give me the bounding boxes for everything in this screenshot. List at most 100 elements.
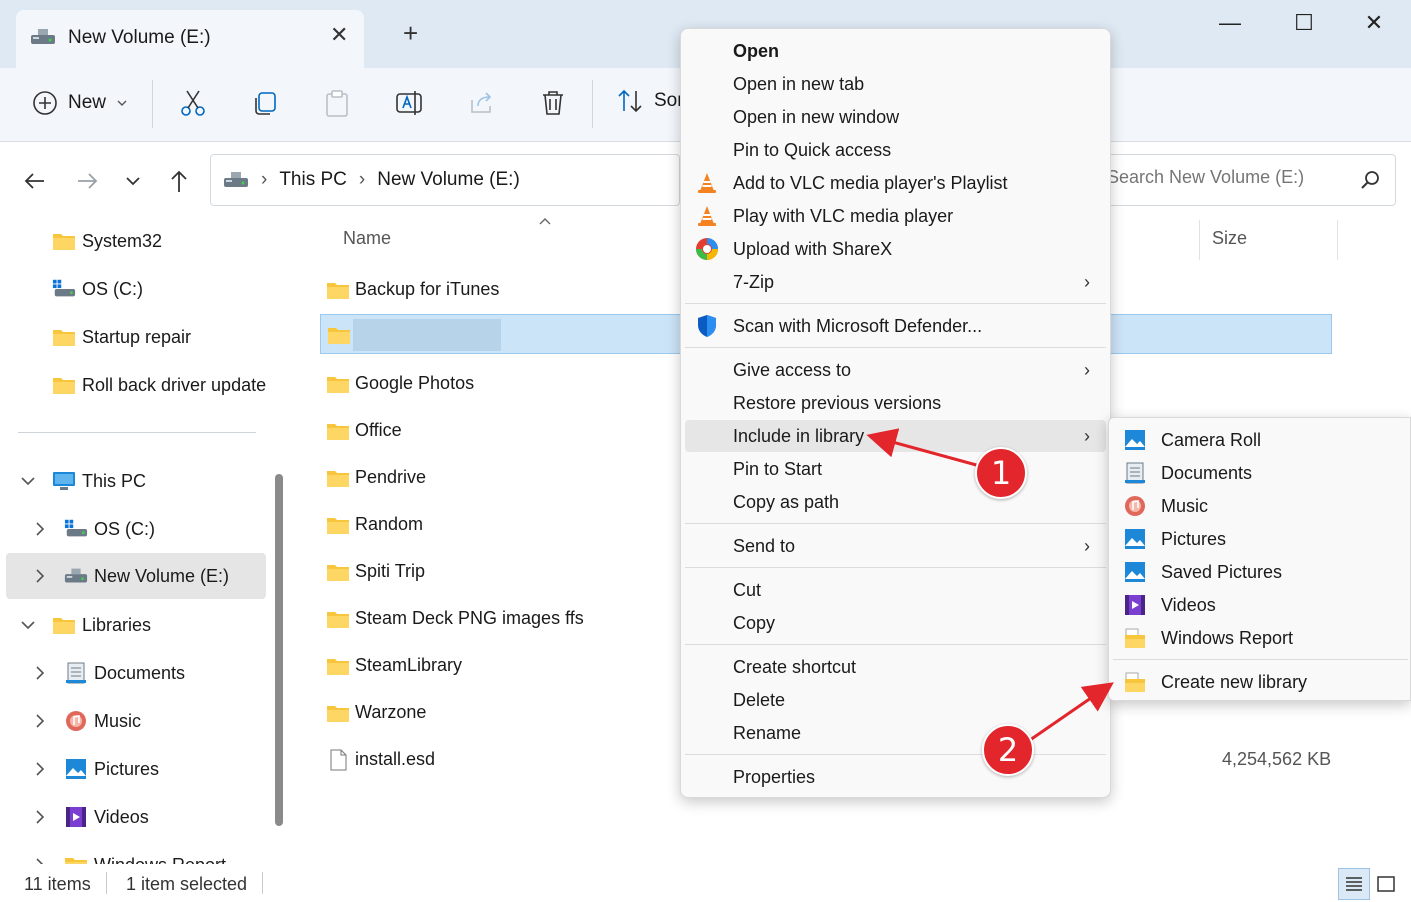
sidebar-scrollbar[interactable] [275, 474, 283, 826]
sidebar-item-libraries[interactable]: Libraries [0, 602, 270, 648]
menu-item-include-in-library[interactable]: Include in library › [685, 420, 1106, 452]
sidebar-item-roll-back-driver-update[interactable]: Roll back driver update [0, 362, 270, 408]
folder-icon [327, 424, 349, 440]
chevron-right-icon: › [1084, 425, 1090, 446]
search-box[interactable] [1090, 154, 1396, 206]
chevron-down-icon [117, 100, 127, 106]
menu-item-open[interactable]: Open [685, 35, 1106, 67]
rename-icon[interactable] [394, 88, 424, 118]
sidebar-item-videos[interactable]: Videos [0, 794, 270, 840]
submenu-item-camera-roll[interactable]: Camera Roll [1113, 424, 1408, 456]
menu-item-add-to-vlc-playlist[interactable]: Add to VLC media player's Playlist [685, 167, 1106, 199]
submenu-item-documents[interactable]: Documents [1113, 457, 1408, 489]
paste-icon[interactable] [322, 88, 352, 118]
menu-item-label: Upload with ShareX [733, 238, 893, 259]
menu-item-label: Pin to Start [733, 458, 823, 479]
copy-icon[interactable] [250, 88, 280, 118]
menu-item-pin-to-start[interactable]: Pin to Start [685, 453, 1106, 485]
minimize-button[interactable]: — [1210, 10, 1250, 40]
maximize-button[interactable]: ☐ [1284, 10, 1324, 40]
drive-icon [224, 172, 248, 187]
delete-icon[interactable] [538, 88, 568, 118]
submenu-item-windows-report[interactable]: Windows Report [1113, 622, 1408, 654]
status-divider [262, 872, 263, 894]
folder-icon [327, 659, 349, 675]
menu-item-cut[interactable]: Cut [685, 574, 1106, 606]
menu-item-open-in-new-tab[interactable]: Open in new tab [685, 68, 1106, 100]
tiles-view-button[interactable] [1370, 868, 1402, 900]
breadcrumb-this-pc[interactable]: This PC [279, 169, 347, 191]
details-view-button[interactable] [1338, 868, 1370, 900]
menu-item-create-shortcut[interactable]: Create shortcut [685, 651, 1106, 683]
file-icon [330, 749, 347, 771]
sidebar-item-os-c-pc[interactable]: OS (C:) [0, 506, 270, 552]
submenu-item-videos[interactable]: Videos [1113, 589, 1408, 621]
menu-item-scan-with-defender[interactable]: Scan with Microsoft Defender... [685, 310, 1106, 342]
menu-item-send-to[interactable]: Send to › [685, 530, 1106, 562]
annotation-badge-1: 1 [975, 447, 1027, 499]
chevron-down-icon[interactable] [18, 615, 38, 635]
submenu-item-music[interactable]: Music [1113, 490, 1408, 522]
cut-icon[interactable] [178, 88, 208, 118]
chevron-right-icon[interactable] [30, 519, 50, 539]
menu-item-7-zip[interactable]: 7-Zip › [685, 266, 1106, 298]
tab-title: New Volume (E:) [68, 27, 211, 48]
sidebar-item-system32[interactable]: System32 [0, 218, 270, 264]
sidebar-item-pictures[interactable]: Pictures [0, 746, 270, 792]
menu-item-delete[interactable]: Delete [685, 684, 1106, 716]
sidebar-item-startup-repair[interactable]: Startup repair [0, 314, 270, 360]
chevron-down-icon[interactable] [18, 471, 38, 491]
chevron-right-icon[interactable] [30, 711, 50, 731]
tab-new-volume[interactable]: New Volume (E:) ✕ [16, 10, 364, 68]
menu-item-rename[interactable]: Rename [685, 717, 1106, 749]
chevron-right-icon[interactable] [30, 855, 50, 864]
tab-close-icon[interactable]: ✕ [330, 22, 348, 48]
menu-item-label: Properties [733, 766, 816, 787]
menu-item-copy-as-path[interactable]: Copy as path [685, 486, 1106, 518]
folder-icon [327, 283, 349, 299]
sidebar-item-label: Documents [94, 662, 186, 683]
column-header-size[interactable]: Size [1212, 228, 1247, 249]
share-icon[interactable] [466, 88, 496, 118]
folder-icon [327, 612, 349, 628]
menu-item-properties[interactable]: Properties [685, 761, 1106, 793]
submenu-item-saved-pictures[interactable]: Saved Pictures [1113, 556, 1408, 588]
menu-item-give-access-to[interactable]: Give access to › [685, 354, 1106, 386]
column-divider[interactable] [1337, 220, 1338, 260]
sidebar-item-windows-report[interactable]: Windows Report [0, 842, 270, 864]
chevron-right-icon[interactable] [30, 663, 50, 683]
sidebar-item-music[interactable]: Music [0, 698, 270, 744]
chevron-right-icon[interactable] [30, 566, 50, 586]
new-tab-button[interactable]: + [403, 20, 418, 46]
menu-separator [685, 644, 1106, 645]
menu-item-open-in-new-window[interactable]: Open in new window [685, 101, 1106, 133]
recent-chevron-down-icon[interactable] [118, 166, 148, 196]
column-header-name[interactable]: Name [343, 228, 391, 249]
submenu-item-create-new-library[interactable]: Create new library [1113, 666, 1408, 698]
forward-arrow-icon[interactable] [72, 166, 102, 196]
drive-icon [64, 519, 88, 537]
menu-item-play-with-vlc[interactable]: Play with VLC media player [685, 200, 1106, 232]
menu-item-upload-with-sharex[interactable]: Upload with ShareX [685, 233, 1106, 265]
sidebar-item-new-volume-e[interactable]: New Volume (E:) [6, 553, 266, 599]
submenu-item-pictures[interactable]: Pictures [1113, 523, 1408, 555]
menu-item-label: Give access to [733, 359, 852, 380]
sidebar-item-documents[interactable]: Documents [0, 650, 270, 696]
menu-separator [685, 303, 1106, 304]
menu-item-restore-previous-versions[interactable]: Restore previous versions [685, 387, 1106, 419]
sort-button[interactable]: Sor [616, 88, 684, 114]
search-input[interactable] [1107, 167, 1347, 188]
address-bar[interactable]: › This PC › New Volume (E:) [210, 154, 680, 206]
breadcrumb-new-volume[interactable]: New Volume (E:) [377, 169, 520, 191]
sidebar-item-os-c[interactable]: OS (C:) [0, 266, 270, 312]
up-arrow-icon[interactable] [164, 166, 194, 196]
menu-item-copy[interactable]: Copy [685, 607, 1106, 639]
sidebar-item-this-pc[interactable]: This PC [0, 458, 270, 504]
back-arrow-icon[interactable] [20, 166, 50, 196]
chevron-right-icon[interactable] [30, 807, 50, 827]
column-divider[interactable] [1199, 220, 1200, 260]
close-window-button[interactable]: ✕ [1354, 10, 1394, 40]
chevron-right-icon[interactable] [30, 759, 50, 779]
new-button[interactable]: New [32, 88, 128, 118]
menu-item-pin-to-quick-access[interactable]: Pin to Quick access [685, 134, 1106, 166]
